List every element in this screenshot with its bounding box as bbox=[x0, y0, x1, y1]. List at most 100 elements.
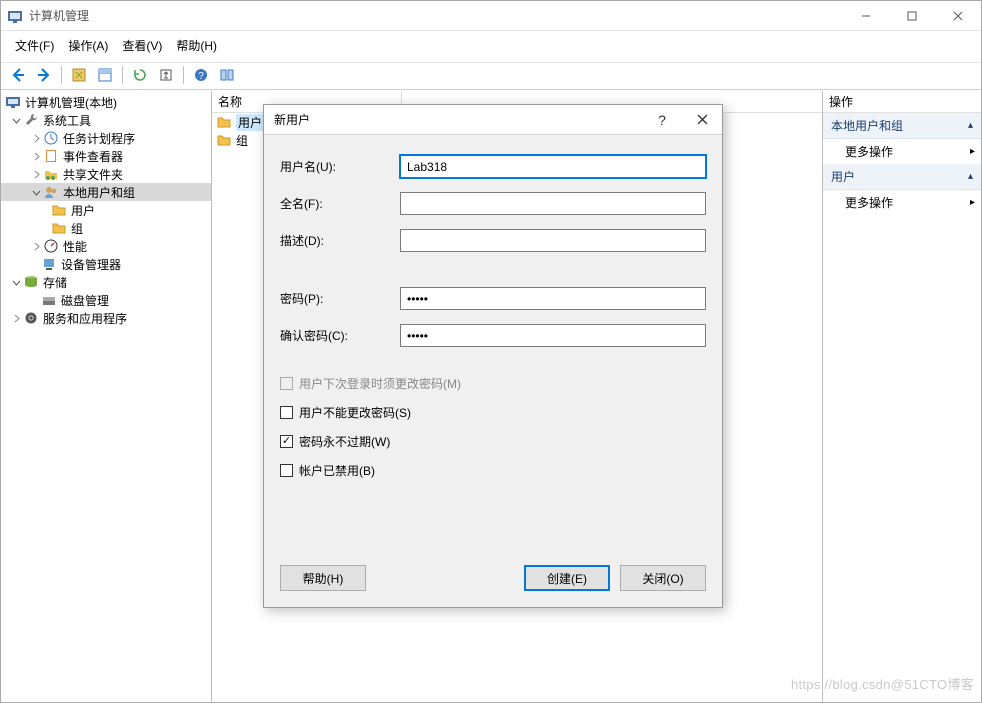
tree-groups-label: 组 bbox=[69, 220, 85, 237]
disk-icon bbox=[41, 292, 57, 308]
checkbox-icon bbox=[280, 406, 293, 419]
tree-users-label: 用户 bbox=[69, 202, 97, 219]
actions-section-title-1: 用户 bbox=[831, 168, 855, 185]
create-button[interactable]: 创建(E) bbox=[524, 565, 610, 591]
actions-section-users[interactable]: 用户 ▴ bbox=[823, 164, 981, 190]
services-icon bbox=[23, 310, 39, 326]
confirm-password-field[interactable] bbox=[400, 324, 706, 347]
nav-back-button[interactable] bbox=[7, 65, 29, 85]
collapse-icon: ▴ bbox=[968, 120, 973, 131]
tree-event-viewer-label: 事件查看器 bbox=[61, 148, 125, 165]
list-label-groups: 组 bbox=[236, 132, 248, 149]
minimize-button[interactable] bbox=[843, 1, 889, 31]
tree-groups[interactable]: 组 bbox=[1, 219, 211, 237]
checkbox-cannot-change[interactable]: 用户不能更改密码(S) bbox=[280, 404, 706, 421]
chevron-down-icon[interactable] bbox=[31, 187, 41, 197]
tree-event-viewer[interactable]: 事件查看器 bbox=[1, 147, 211, 165]
tree-device-manager[interactable]: 设备管理器 bbox=[1, 255, 211, 273]
collapse-icon: ▴ bbox=[968, 171, 973, 182]
actions-item-more-1[interactable]: 更多操作 ▸ bbox=[823, 190, 981, 215]
folder-icon bbox=[216, 132, 232, 148]
menubar: 文件(F) 操作(A) 查看(V) 帮助(H) bbox=[1, 31, 981, 63]
toolbar-properties-button[interactable] bbox=[94, 65, 116, 85]
actions-item-label-1: 更多操作 bbox=[845, 194, 893, 211]
label-description: 描述(D): bbox=[280, 232, 400, 249]
toolbar: ? bbox=[1, 63, 981, 90]
close-button[interactable] bbox=[935, 1, 981, 31]
label-username: 用户名(U): bbox=[280, 158, 400, 175]
tree-task-scheduler[interactable]: 任务计划程序 bbox=[1, 129, 211, 147]
checkbox-icon bbox=[280, 464, 293, 477]
fullname-field[interactable] bbox=[400, 192, 706, 215]
tree-shared-folders[interactable]: 共享文件夹 bbox=[1, 165, 211, 183]
tree-local-users-groups[interactable]: 本地用户和组 bbox=[1, 183, 211, 201]
tree-services-apps-label: 服务和应用程序 bbox=[41, 310, 129, 327]
checkbox-icon bbox=[280, 377, 293, 390]
folder-icon bbox=[51, 220, 67, 236]
computer-icon bbox=[5, 94, 21, 110]
toolbar-refresh-button[interactable] bbox=[129, 65, 151, 85]
close-button[interactable]: 关闭(O) bbox=[620, 565, 706, 591]
tree-performance[interactable]: 性能 bbox=[1, 237, 211, 255]
nav-forward-button[interactable] bbox=[33, 65, 55, 85]
window-title: 计算机管理 bbox=[29, 7, 89, 24]
actions-item-more-0[interactable]: 更多操作 ▸ bbox=[823, 139, 981, 164]
dialog-close-button[interactable] bbox=[682, 105, 722, 135]
chevron-down-icon[interactable] bbox=[11, 277, 21, 287]
label-fullname: 全名(F): bbox=[280, 195, 400, 212]
device-manager-icon bbox=[41, 256, 57, 272]
actions-section-title-0: 本地用户和组 bbox=[831, 117, 903, 134]
maximize-button[interactable] bbox=[889, 1, 935, 31]
shared-folder-icon bbox=[43, 166, 59, 182]
submenu-icon: ▸ bbox=[970, 146, 975, 157]
tree-performance-label: 性能 bbox=[61, 238, 89, 255]
tree-root[interactable]: 计算机管理(本地) bbox=[1, 93, 211, 111]
toolbar-new-button[interactable] bbox=[68, 65, 90, 85]
tree-storage[interactable]: 存储 bbox=[1, 273, 211, 291]
checkbox-account-disabled[interactable]: 帐户已禁用(B) bbox=[280, 462, 706, 479]
menu-help[interactable]: 帮助(H) bbox=[170, 35, 223, 56]
tree-disk-management-label: 磁盘管理 bbox=[59, 292, 111, 309]
chevron-right-icon[interactable] bbox=[31, 133, 41, 143]
chevron-right-icon[interactable] bbox=[31, 241, 41, 251]
menu-view[interactable]: 查看(V) bbox=[116, 35, 168, 56]
dialog-body: 用户名(U): 全名(F): 描述(D): 密码(P): 确认密码(C): 用户… bbox=[264, 135, 722, 551]
chevron-right-icon[interactable] bbox=[31, 169, 41, 179]
description-field[interactable] bbox=[400, 229, 706, 252]
checkbox-never-expires[interactable]: ✓ 密码永不过期(W) bbox=[280, 433, 706, 450]
menu-file[interactable]: 文件(F) bbox=[9, 35, 60, 56]
password-field[interactable] bbox=[400, 287, 706, 310]
tree-root-label: 计算机管理(本地) bbox=[23, 94, 119, 111]
help-button[interactable]: 帮助(H) bbox=[280, 565, 366, 591]
checkbox-cannot-change-label: 用户不能更改密码(S) bbox=[299, 404, 411, 421]
tree-device-manager-label: 设备管理器 bbox=[59, 256, 123, 273]
toolbar-help-button[interactable]: ? bbox=[190, 65, 212, 85]
actions-pane: 操作 本地用户和组 ▴ 更多操作 ▸ 用户 ▴ 更多操作 ▸ bbox=[823, 91, 981, 702]
menu-action[interactable]: 操作(A) bbox=[62, 35, 114, 56]
tree-services-apps[interactable]: 服务和应用程序 bbox=[1, 309, 211, 327]
nav-tree[interactable]: 计算机管理(本地) 系统工具 任务计划程序 事件查看器 bbox=[1, 91, 211, 327]
tree-system-tools[interactable]: 系统工具 bbox=[1, 111, 211, 129]
performance-icon bbox=[43, 238, 59, 254]
users-icon bbox=[43, 184, 59, 200]
label-password: 密码(P): bbox=[280, 290, 400, 307]
tree-users[interactable]: 用户 bbox=[1, 201, 211, 219]
chevron-right-icon[interactable] bbox=[31, 151, 41, 161]
toolbar-showhide-button[interactable] bbox=[216, 65, 238, 85]
app-icon bbox=[7, 8, 23, 24]
clock-icon bbox=[43, 130, 59, 146]
chevron-down-icon[interactable] bbox=[11, 115, 21, 125]
actions-section-local-users-groups[interactable]: 本地用户和组 ▴ bbox=[823, 113, 981, 139]
chevron-right-icon[interactable] bbox=[11, 313, 21, 323]
dialog-help-button[interactable]: ? bbox=[642, 105, 682, 135]
dialog-titlebar[interactable]: 新用户 ? bbox=[264, 105, 722, 135]
checkbox-account-disabled-label: 帐户已禁用(B) bbox=[299, 462, 375, 479]
tree-disk-management[interactable]: 磁盘管理 bbox=[1, 291, 211, 309]
dialog-title: 新用户 bbox=[264, 111, 310, 128]
dialog-buttons: 帮助(H) 创建(E) 关闭(O) bbox=[264, 551, 722, 607]
actions-header: 操作 bbox=[823, 91, 981, 113]
toolbar-export-button[interactable] bbox=[155, 65, 177, 85]
tree-task-scheduler-label: 任务计划程序 bbox=[61, 130, 137, 147]
username-field[interactable] bbox=[400, 155, 706, 178]
tree-system-tools-label: 系统工具 bbox=[41, 112, 93, 129]
